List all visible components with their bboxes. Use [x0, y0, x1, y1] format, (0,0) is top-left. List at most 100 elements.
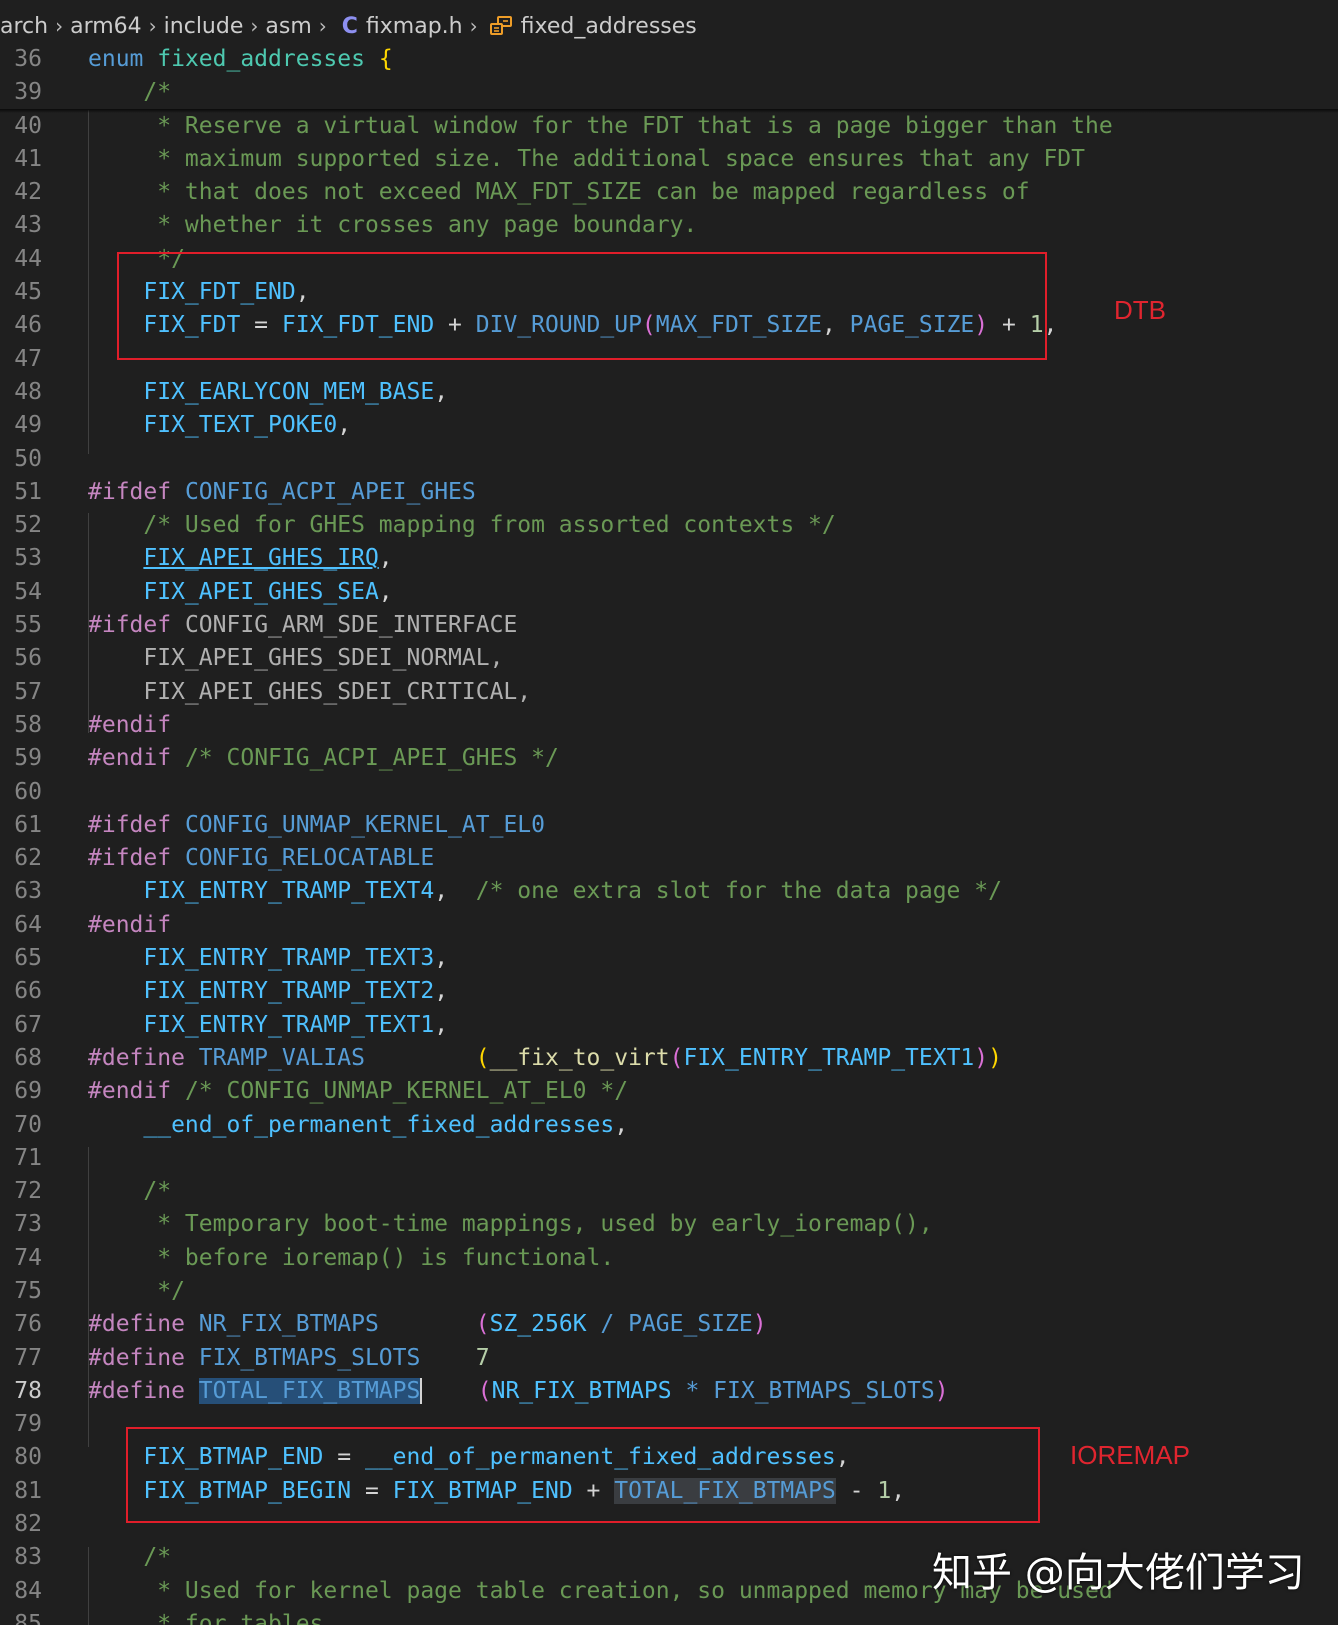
- code-line[interactable]: 66 FIX_ENTRY_TRAMP_TEXT2,: [0, 975, 1338, 1008]
- breadcrumb-item-arch[interactable]: arch: [0, 14, 48, 39]
- code-token: ,: [378, 545, 393, 572]
- code-text[interactable]: FIX_TEXT_POKE0,: [88, 409, 351, 442]
- code-token: ,: [434, 878, 449, 905]
- code-line[interactable]: 69 #endif /* CONFIG_UNMAP_KERNEL_AT_EL0 *…: [0, 1075, 1338, 1108]
- line-number: 53: [14, 545, 42, 572]
- code-text[interactable]: #define NR_FIX_BTMAPS (SZ_256K / PAGE_SI…: [88, 1308, 767, 1341]
- code-line[interactable]: 60: [0, 776, 1338, 809]
- code-line[interactable]: 61 #ifdef CONFIG_UNMAP_KERNEL_AT_EL0: [0, 809, 1338, 842]
- code-line[interactable]: 63 FIX_ENTRY_TRAMP_TEXT4, /* one extra s…: [0, 875, 1338, 908]
- code-line[interactable]: 41 * maximum supported size. The additio…: [0, 143, 1338, 176]
- code-line[interactable]: 56 FIX_APEI_GHES_SDEI_NORMAL,: [0, 642, 1338, 675]
- line-number: 51: [14, 478, 42, 505]
- code-token: FIX_APEI_GHES_SDEI_NORMAL,: [143, 645, 504, 672]
- breadcrumb-item-arm64[interactable]: arm64: [70, 14, 142, 39]
- code-text[interactable]: FIX_APEI_GHES_IRQ,: [88, 542, 393, 575]
- breadcrumb-item-file[interactable]: fixmap.h: [366, 14, 463, 39]
- code-token: ,: [434, 1011, 449, 1038]
- code-text[interactable]: * whether it crosses any page boundary.: [88, 209, 697, 242]
- code-line[interactable]: 42 * that does not exceed MAX_FDT_SIZE c…: [0, 176, 1338, 209]
- code-line[interactable]: 53 FIX_APEI_GHES_IRQ,: [0, 542, 1338, 575]
- code-text[interactable]: /* Used for GHES mapping from assorted c…: [88, 509, 835, 542]
- code-token: * whether it crosses any page boundary.: [88, 212, 698, 239]
- code-text[interactable]: #define TRAMP_VALIAS (__fix_to_virt(FIX_…: [88, 1042, 1002, 1075]
- code-line[interactable]: 68 #define TRAMP_VALIAS (__fix_to_virt(FI…: [0, 1042, 1338, 1075]
- code-line[interactable]: 40 * Reserve a virtual window for the FD…: [0, 110, 1338, 143]
- code-text[interactable]: #endif /* CONFIG_UNMAP_KERNEL_AT_EL0 */: [88, 1075, 628, 1108]
- code-text[interactable]: #endif: [88, 909, 171, 942]
- code-text[interactable]: * for tables.: [88, 1608, 337, 1625]
- code-text[interactable]: /*: [88, 1541, 171, 1574]
- code-text[interactable]: /*: [88, 76, 171, 109]
- code-text[interactable]: #endif /* CONFIG_ACPI_APEI_GHES */: [88, 742, 559, 775]
- code-token: #define: [88, 1311, 185, 1338]
- code-text[interactable]: FIX_ENTRY_TRAMP_TEXT1,: [88, 1009, 448, 1042]
- code-line[interactable]: 72 /*: [0, 1175, 1338, 1208]
- code-text[interactable]: FIX_ENTRY_TRAMP_TEXT3,: [88, 942, 448, 975]
- line-number: 61: [14, 811, 42, 838]
- code-line[interactable]: 77 #define FIX_BTMAPS_SLOTS 7: [0, 1342, 1338, 1375]
- breadcrumb-item-symbol[interactable]: fixed_addresses: [521, 14, 697, 39]
- code-text[interactable]: FIX_EARLYCON_MEM_BASE,: [88, 376, 448, 409]
- code-line[interactable]: 55 #ifdef CONFIG_ARM_SDE_INTERFACE: [0, 609, 1338, 642]
- code-text[interactable]: #ifdef CONFIG_ARM_SDE_INTERFACE: [88, 609, 517, 642]
- code-text[interactable]: FIX_APEI_GHES_SDEI_NORMAL,: [88, 642, 503, 675]
- code-text[interactable]: FIX_APEI_GHES_SEA,: [88, 576, 392, 609]
- code-line[interactable]: 76 #define NR_FIX_BTMAPS (SZ_256K / PAGE_…: [0, 1308, 1338, 1341]
- code-text[interactable]: * before ioremap() is functional.: [88, 1242, 614, 1275]
- code-line[interactable]: 71: [0, 1142, 1338, 1175]
- code-line[interactable]: 58 #endif: [0, 709, 1338, 742]
- code-line[interactable]: 51 #ifdef CONFIG_ACPI_APEI_GHES: [0, 476, 1338, 509]
- line-number: 46: [14, 312, 42, 339]
- code-line[interactable]: 48 FIX_EARLYCON_MEM_BASE,: [0, 376, 1338, 409]
- code-line[interactable]: 65 FIX_ENTRY_TRAMP_TEXT3,: [0, 942, 1338, 975]
- code-text[interactable]: * Reserve a virtual window for the FDT t…: [88, 110, 1113, 143]
- sticky-code-line[interactable]: 39 /*: [0, 76, 1338, 110]
- code-text[interactable]: #ifdef CONFIG_RELOCATABLE: [88, 842, 434, 875]
- code-line[interactable]: 78 #define TOTAL_FIX_BTMAPS (NR_FIX_BTMAP…: [0, 1375, 1338, 1408]
- code-line[interactable]: 74 * before ioremap() is functional.: [0, 1242, 1338, 1275]
- breadcrumb-item-include[interactable]: include: [164, 14, 244, 39]
- code-line[interactable]: 49 FIX_TEXT_POKE0,: [0, 409, 1338, 442]
- line-number: 65: [14, 945, 42, 972]
- code-text[interactable]: FIX_APEI_GHES_SDEI_CRITICAL,: [88, 676, 531, 709]
- code-token: * Reserve a virtual window for the FDT t…: [88, 112, 1113, 139]
- code-line[interactable]: 62 #ifdef CONFIG_RELOCATABLE: [0, 842, 1338, 875]
- code-line[interactable]: 70 __end_of_permanent_fixed_addresses,: [0, 1109, 1338, 1142]
- line-number: 56: [14, 645, 42, 672]
- code-token: FIX_ENTRY_TRAMP_TEXT1: [143, 1011, 435, 1038]
- code-line[interactable]: 85 * for tables.: [0, 1608, 1338, 1625]
- code-line[interactable]: 52 /* Used for GHES mapping from assorte…: [0, 509, 1338, 542]
- code-text[interactable]: FIX_ENTRY_TRAMP_TEXT2,: [88, 975, 448, 1008]
- sticky-scroll-shadow: [0, 109, 1338, 113]
- sticky-scroll-header[interactable]: 36 enum fixed_addresses {39 /*: [0, 43, 1338, 110]
- code-text[interactable]: FIX_ENTRY_TRAMP_TEXT4, /* one extra slot…: [88, 875, 1002, 908]
- code-text[interactable]: __end_of_permanent_fixed_addresses,: [88, 1109, 628, 1142]
- code-line[interactable]: 67 FIX_ENTRY_TRAMP_TEXT1,: [0, 1009, 1338, 1042]
- code-line[interactable]: 75 */: [0, 1275, 1338, 1308]
- code-text[interactable]: #ifdef CONFIG_ACPI_APEI_GHES: [88, 476, 476, 509]
- code-line[interactable]: 73 * Temporary boot-time mappings, used …: [0, 1208, 1338, 1241]
- sticky-code-line[interactable]: 36 enum fixed_addresses {: [0, 43, 1338, 77]
- line-number: 64: [14, 911, 42, 938]
- code-line[interactable]: 57 FIX_APEI_GHES_SDEI_CRITICAL,: [0, 676, 1338, 709]
- breadcrumb-item-asm[interactable]: asm: [265, 14, 311, 39]
- code-text[interactable]: /*: [88, 1175, 171, 1208]
- code-line[interactable]: 54 FIX_APEI_GHES_SEA,: [0, 576, 1338, 609]
- code-line[interactable]: 43 * whether it crosses any page boundar…: [0, 209, 1338, 242]
- code-text[interactable]: * that does not exceed MAX_FDT_SIZE can …: [88, 176, 1029, 209]
- code-text[interactable]: * maximum supported size. The additional…: [88, 143, 1085, 176]
- code-text[interactable]: #ifdef CONFIG_UNMAP_KERNEL_AT_EL0: [88, 809, 545, 842]
- code-line[interactable]: 50: [0, 443, 1338, 476]
- code-text[interactable]: * Temporary boot-time mappings, used by …: [88, 1208, 932, 1241]
- code-text[interactable]: #endif: [88, 709, 171, 742]
- code-text[interactable]: enum fixed_addresses {: [88, 43, 393, 76]
- code-text[interactable]: #define FIX_BTMAPS_SLOTS 7: [88, 1342, 490, 1375]
- code-line[interactable]: 59 #endif /* CONFIG_ACPI_APEI_GHES */: [0, 742, 1338, 775]
- chevron-right-icon: ›: [148, 14, 157, 38]
- code-line[interactable]: 64 #endif: [0, 909, 1338, 942]
- code-text[interactable]: */: [88, 1275, 185, 1308]
- code-text[interactable]: #define TOTAL_FIX_BTMAPS (NR_FIX_BTMAPS …: [88, 1375, 949, 1408]
